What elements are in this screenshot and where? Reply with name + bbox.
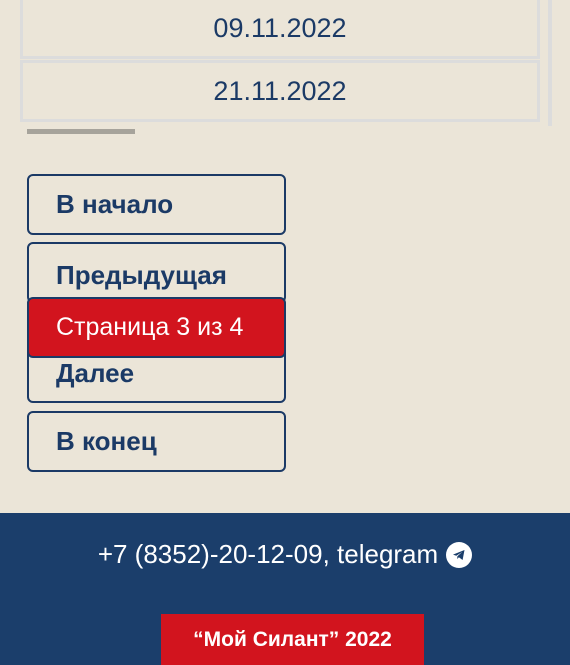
horizontal-scrollbar[interactable] [27,129,135,134]
previous-page-label: Предыдущая [56,260,227,290]
first-page-button[interactable]: В начало [27,174,286,235]
first-page-label: В начало [56,189,174,219]
table-cell-date: 09.11.2022 [213,12,347,43]
current-page-indicator: Страница 3 из 4 [27,297,286,358]
table-row: 21.11.2022 [20,60,540,122]
next-page-label: Далее [56,358,135,388]
last-page-label: В конец [56,426,157,456]
current-page-label: Страница 3 из 4 [56,313,244,341]
footer-contacts: +7 (8352)-20-12-09, telegram [0,539,570,570]
dates-table: 09.11.2022 21.11.2022 [20,0,552,126]
brand-text: “Мой Силант” 2022 [193,627,392,651]
previous-page-button[interactable]: Предыдущая [27,242,286,303]
brand-label: “Мой Силант” 2022 [161,614,424,665]
table-cell-date: 21.11.2022 [213,75,347,106]
footer: +7 (8352)-20-12-09, telegram “Мой Силант… [0,513,570,665]
contact-text: +7 (8352)-20-12-09, telegram [97,539,439,569]
last-page-button[interactable]: В конец [27,411,286,472]
telegram-icon[interactable] [446,541,473,568]
table-row: 09.11.2022 [20,0,540,59]
